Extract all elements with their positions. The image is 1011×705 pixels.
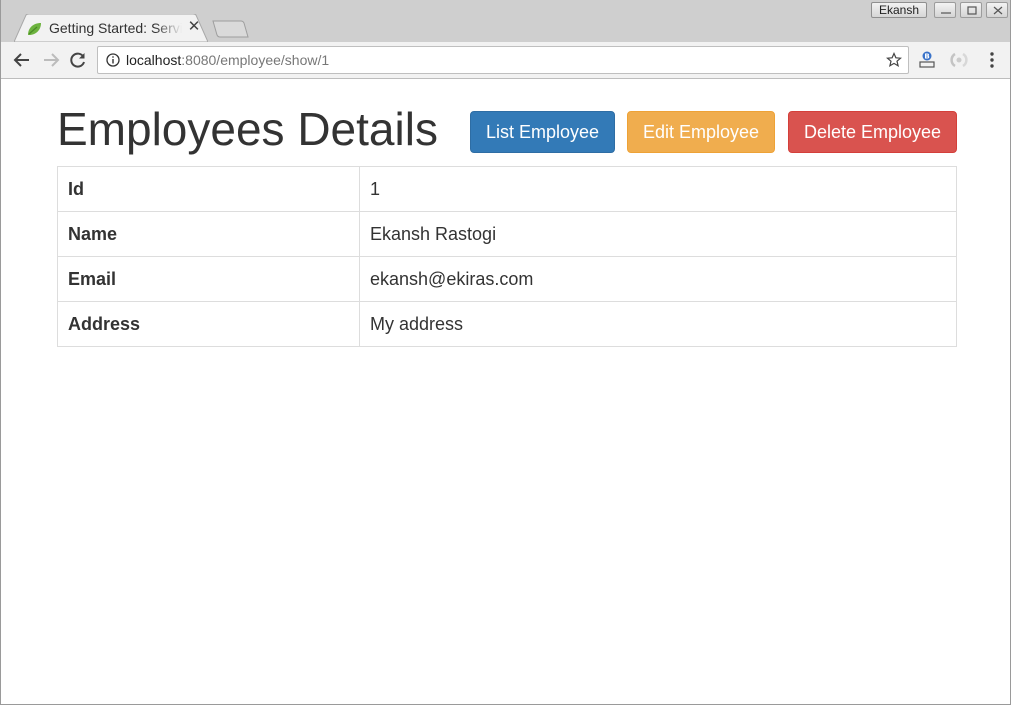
spring-leaf-icon xyxy=(26,21,42,37)
minimize-button[interactable] xyxy=(934,2,956,18)
tab-title: Getting Started: Serving Web Content xyxy=(49,20,182,36)
table-row: Address My address xyxy=(57,301,957,347)
bookmark-star-icon[interactable] xyxy=(886,52,902,73)
field-label: Email xyxy=(57,256,360,302)
table-row: Name Ekansh Rastogi xyxy=(57,211,957,257)
maximize-button[interactable] xyxy=(960,2,982,18)
back-arrow-icon xyxy=(13,53,29,67)
employee-details-table: Id 1 Name Ekansh Rastogi Email ekansh@ek… xyxy=(57,166,957,347)
tab-close-icon[interactable]: ✕ xyxy=(186,19,202,35)
tab-strip: Getting Started: Serving Web Content ✕ E… xyxy=(1,0,1010,42)
url-text: localhost:8080/employee/show/1 xyxy=(126,52,330,68)
browser-tab[interactable]: Getting Started: Serving Web Content ✕ xyxy=(14,14,208,42)
info-icon[interactable] xyxy=(106,53,120,72)
profile-badge[interactable]: Ekansh xyxy=(871,2,927,18)
page-content: Employees Details List Employee Edit Emp… xyxy=(1,79,1010,703)
field-value: My address xyxy=(359,301,957,347)
field-value: ekansh@ekiras.com xyxy=(359,256,957,302)
sync-extension-icon[interactable] xyxy=(949,50,969,70)
field-label: Id xyxy=(57,166,360,212)
svg-text:B: B xyxy=(924,53,929,61)
field-value: Ekansh Rastogi xyxy=(359,211,957,257)
delete-employee-button[interactable]: Delete Employee xyxy=(788,111,957,153)
list-employee-button[interactable]: List Employee xyxy=(470,111,615,153)
field-label: Name xyxy=(57,211,360,257)
table-row: Id 1 xyxy=(57,166,957,212)
browser-toolbar: localhost:8080/employee/show/1 B xyxy=(1,42,1010,79)
menu-kebab-icon[interactable] xyxy=(982,50,1002,70)
back-button[interactable] xyxy=(12,50,32,70)
new-tab-button[interactable] xyxy=(212,20,250,38)
close-window-button[interactable] xyxy=(986,2,1008,18)
field-label: Address xyxy=(57,301,360,347)
address-bar[interactable]: localhost:8080/employee/show/1 xyxy=(97,46,909,74)
extension-icon[interactable]: B xyxy=(917,50,937,70)
forward-arrow-icon xyxy=(44,53,60,67)
page-title: Employees Details xyxy=(57,103,438,155)
edit-employee-button[interactable]: Edit Employee xyxy=(627,111,775,153)
reload-icon xyxy=(70,52,85,68)
forward-button[interactable] xyxy=(41,50,61,70)
browser-window: Getting Started: Serving Web Content ✕ E… xyxy=(0,0,1011,705)
reload-button[interactable] xyxy=(68,50,88,70)
field-value: 1 xyxy=(359,166,957,212)
table-row: Email ekansh@ekiras.com xyxy=(57,256,957,302)
